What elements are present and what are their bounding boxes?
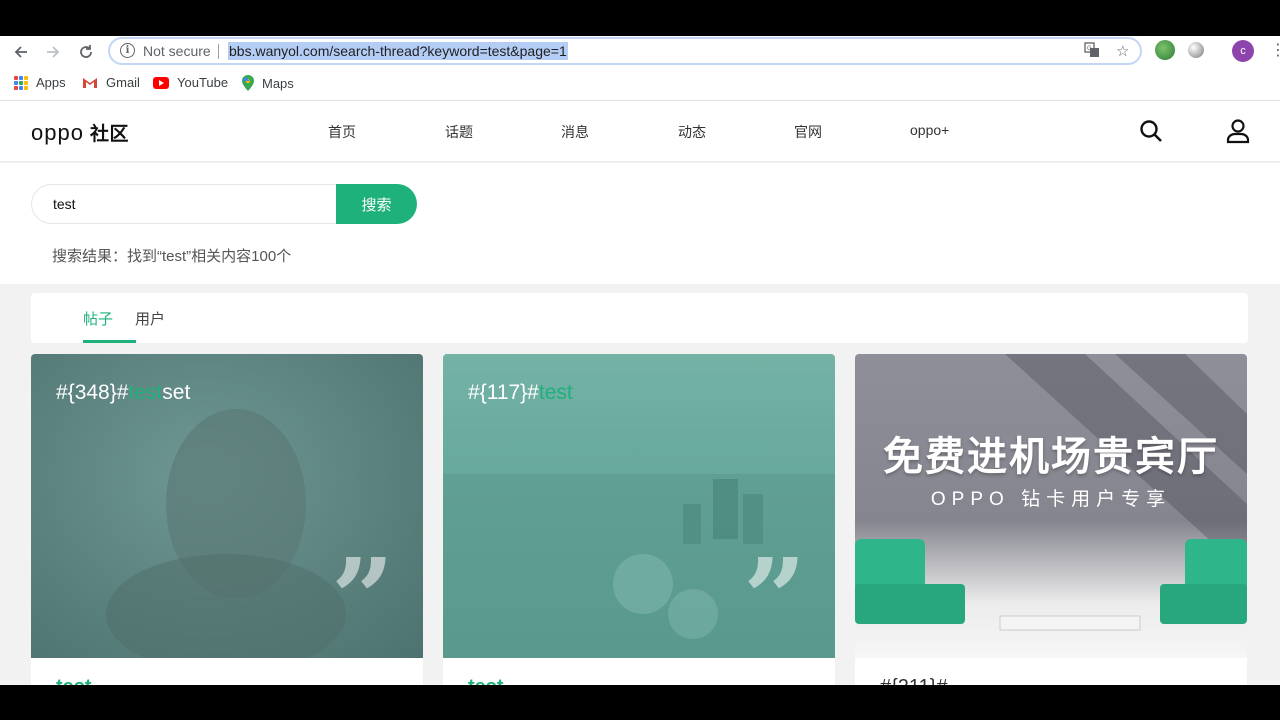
bookmarks-bar: Apps Gmail YouTube Maps xyxy=(0,72,1280,94)
search-input[interactable]: test xyxy=(31,184,337,224)
bookmark-label: Maps xyxy=(262,75,294,91)
security-label[interactable]: Not secure xyxy=(143,43,211,59)
quote-mark-icon: ” xyxy=(743,534,807,658)
site-header: oppo 社区 首页 话题 消息 动态 官网 oppo+ xyxy=(0,101,1280,162)
post-card-image: #{117}#test ” xyxy=(443,354,835,658)
nav-messages[interactable]: 消息 xyxy=(561,122,589,142)
nav-official[interactable]: 官网 xyxy=(794,122,822,142)
search-section: test 搜索 搜索结果：找到“test”相关内容100个 xyxy=(0,163,1280,284)
post-tag: #{117}#test xyxy=(468,381,573,404)
quote-mark-icon: ” xyxy=(331,534,395,658)
profile-avatar[interactable]: c xyxy=(1232,40,1254,62)
info-icon[interactable]: i xyxy=(120,43,135,58)
nav-activity[interactable]: 动态 xyxy=(678,122,706,142)
post-card-image: #{348}#testset ” xyxy=(31,354,423,658)
post-tag: #{348}#testset xyxy=(56,381,191,404)
gmail-icon xyxy=(83,77,97,88)
video-letterbox-top xyxy=(0,0,1280,36)
post-title[interactable]: #{211}# xyxy=(880,676,948,685)
divider xyxy=(218,44,219,59)
browser-toolbar: i Not secure bbs.wanyol.com/search-threa… xyxy=(0,36,1280,101)
bookmark-maps[interactable]: Maps xyxy=(242,75,294,91)
logo-community: 社区 xyxy=(89,124,129,145)
post-card[interactable]: #{117}#test ” test xyxy=(443,354,835,685)
svg-text:G: G xyxy=(1087,46,1092,52)
bookmark-gmail[interactable]: Gmail xyxy=(82,75,140,90)
url-text[interactable]: bbs.wanyol.com/search-thread?keyword=tes… xyxy=(228,42,568,60)
search-input-value: test xyxy=(53,196,76,212)
tab-users[interactable]: 用户 xyxy=(135,308,165,329)
search-button[interactable]: 搜索 xyxy=(336,184,417,224)
site-logo[interactable]: oppo 社区 xyxy=(31,119,129,146)
user-icon[interactable] xyxy=(1225,118,1251,144)
result-tabs: 帖子 用户 xyxy=(31,293,1248,343)
search-result-summary: 搜索结果：找到“test”相关内容100个 xyxy=(52,248,292,265)
forward-icon[interactable] xyxy=(40,39,66,65)
promo-image: 免费进机场贵宾厅 OPPO 钻卡用户专享 xyxy=(855,354,1247,658)
translate-icon[interactable]: G xyxy=(1084,42,1100,62)
bookmark-label: Apps xyxy=(36,75,66,90)
nav-topics[interactable]: 话题 xyxy=(445,122,473,142)
video-letterbox-bottom xyxy=(0,685,1280,720)
logo-brand: oppo xyxy=(31,120,84,145)
site-page: oppo 社区 首页 话题 消息 动态 官网 oppo+ test 搜索 搜索结… xyxy=(0,101,1280,685)
promo-title: 免费进机场贵宾厅 xyxy=(883,435,1219,479)
search-icon[interactable] xyxy=(1138,118,1164,144)
bookmark-apps[interactable]: Apps xyxy=(14,75,66,90)
youtube-icon xyxy=(153,76,169,89)
post-title[interactable]: test xyxy=(56,676,92,685)
menu-icon[interactable]: ⋮ xyxy=(1270,40,1280,60)
maps-icon xyxy=(242,75,254,91)
promo-subtitle: OPPO 钻卡用户专享 xyxy=(930,489,1172,510)
bookmark-youtube[interactable]: YouTube xyxy=(153,75,228,90)
extension-globe-icon[interactable] xyxy=(1155,40,1175,60)
post-card[interactable]: #{348}#testset ” test xyxy=(31,354,423,685)
bookmark-label: YouTube xyxy=(177,75,229,90)
address-bar[interactable]: i Not secure bbs.wanyol.com/search-threa… xyxy=(108,37,1142,65)
bookmark-label: Gmail xyxy=(106,75,140,90)
apps-grid-icon xyxy=(14,75,28,90)
extension-circle-icon[interactable] xyxy=(1188,42,1204,58)
bookmark-star-icon[interactable]: ☆ xyxy=(1116,42,1129,60)
post-title[interactable]: test xyxy=(468,676,504,685)
nav-home[interactable]: 首页 xyxy=(328,122,356,142)
reload-icon[interactable] xyxy=(73,39,99,65)
back-icon[interactable] xyxy=(8,39,34,65)
nav-oppo-plus[interactable]: oppo+ xyxy=(910,122,949,138)
active-tab-indicator xyxy=(83,340,136,343)
tab-posts[interactable]: 帖子 xyxy=(83,308,113,329)
post-card[interactable]: 免费进机场贵宾厅 OPPO 钻卡用户专享 #{211}# xyxy=(855,354,1247,685)
